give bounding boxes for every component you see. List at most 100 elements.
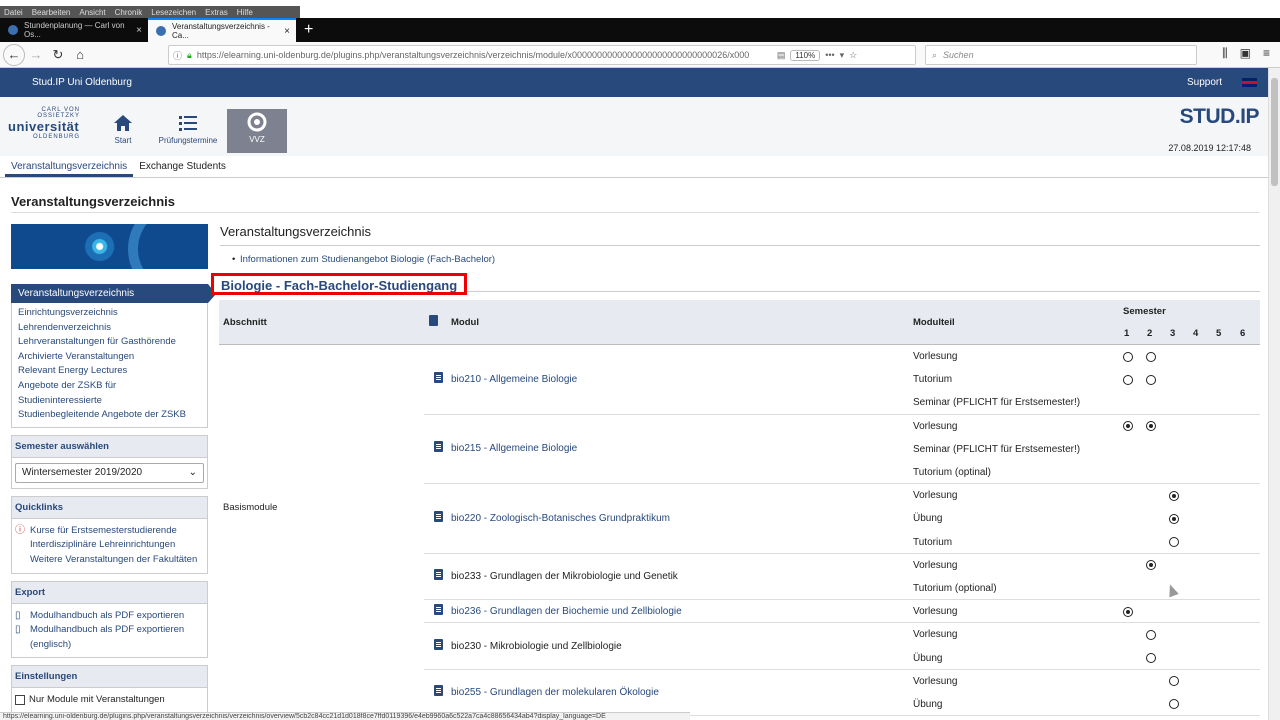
semester-col-5: 5 <box>1216 328 1222 339</box>
url-text[interactable]: https://elearning.uni-oldenburg.de/plugi… <box>197 50 772 60</box>
modulteil-label: Übung <box>913 652 943 664</box>
export-pdf-english-link[interactable]: ▯ Modulhandbuch als PDF exportieren (eng… <box>15 623 204 652</box>
sidebar-link[interactable]: Angebote der ZSKB für Studieninteressier… <box>18 379 138 408</box>
browser-menu-item[interactable]: Ansicht <box>79 8 105 17</box>
semester-radio-checked[interactable] <box>1146 421 1157 432</box>
university-logo[interactable]: CARL VON OSSIETZKY universität OLDENBURG <box>8 107 80 145</box>
browser-tab-vvz[interactable]: Veranstaltungsverzeichnis - Ca... × <box>148 18 296 42</box>
nav-vvz[interactable]: VVZ <box>227 109 287 153</box>
browser-menu-item[interactable]: Hilfe <box>237 8 253 17</box>
semester-radio[interactable] <box>1169 537 1180 548</box>
bookmark-star-icon[interactable]: ☆ <box>849 50 857 61</box>
semester-radio[interactable] <box>1146 351 1157 362</box>
semester-radio[interactable] <box>1123 351 1133 362</box>
pdf-file-icon: ▯ <box>15 609 21 621</box>
semester-radio[interactable] <box>1146 374 1157 385</box>
page-actions-icon[interactable]: ••• <box>825 50 834 60</box>
export-pdf-link[interactable]: ▯ Modulhandbuch als PDF exportieren <box>15 609 204 624</box>
semester-radio[interactable] <box>1169 676 1180 687</box>
sidebar-link[interactable]: Studienbegleitende Angebote der ZSKB <box>18 408 201 423</box>
semester-radio-checked[interactable] <box>1123 421 1133 432</box>
back-arrow-icon[interactable]: ← <box>3 43 25 66</box>
zoom-level[interactable]: 110% <box>790 49 821 61</box>
semester-col-1: 1 <box>1124 328 1130 339</box>
nav-label: VVZ <box>249 135 265 144</box>
modulteil-label: Tutorium <box>913 374 953 386</box>
new-tab-icon[interactable]: + <box>296 21 321 39</box>
search-input[interactable]: ⌕ Suchen <box>925 45 1197 65</box>
semester-value: Wintersemester 2019/2020 <box>22 467 143 479</box>
reload-icon[interactable]: ↻ <box>47 44 69 66</box>
browser-menu-item[interactable]: Datei <box>4 8 23 17</box>
semester-radio[interactable] <box>1123 374 1133 385</box>
sidebar-toggle-icon[interactable]: ▣ <box>1240 46 1251 61</box>
scrollbar-thumb[interactable] <box>1271 78 1278 186</box>
studip-brand-logo[interactable]: STUD.IP <box>1180 105 1260 129</box>
semester-col-6: 6 <box>1240 328 1246 339</box>
pocket-icon[interactable]: ▾ <box>840 50 845 61</box>
semester-radio-checked[interactable] <box>1169 513 1180 524</box>
sidebar-link[interactable]: Lehrveranstaltungen für Gasthörende <box>18 335 201 350</box>
module-doc-icon[interactable] <box>434 638 443 650</box>
semester-radio[interactable] <box>1146 629 1157 640</box>
alert-icon: ⓘ <box>15 524 25 536</box>
tab-veranstaltungsverzeichnis[interactable]: Veranstaltungsverzeichnis <box>5 156 134 177</box>
reader-view-icon[interactable]: ▤ <box>777 50 786 61</box>
page-scrollbar[interactable] <box>1268 68 1280 720</box>
module-doc-icon[interactable] <box>434 603 443 615</box>
module-link[interactable]: bio236 - Grundlagen der Biochemie und Ze… <box>451 606 682 617</box>
tab-title: Veranstaltungsverzeichnis - Ca... <box>172 22 270 40</box>
browser-tab-stundenplanung[interactable]: Stundenplanung — Carl von Os... × <box>0 18 148 42</box>
semester-radio[interactable] <box>1169 699 1180 710</box>
quicklinks-link[interactable]: ⓘ Kurse für Erstsemesterstudierende Inte… <box>15 524 204 568</box>
semester-radio-checked[interactable] <box>1146 560 1157 571</box>
tab-exchange-students[interactable]: Exchange Students <box>133 156 232 177</box>
modulteil-label: Übung <box>913 513 943 525</box>
hamburger-menu-icon[interactable]: ≡ <box>1263 46 1270 61</box>
support-link[interactable]: Support <box>1187 77 1222 88</box>
info-icon[interactable]: ⓘ <box>173 49 182 62</box>
semester-radio-checked[interactable] <box>1169 490 1180 501</box>
forward-arrow-icon[interactable]: → <box>25 44 47 66</box>
module-doc-icon[interactable] <box>434 684 443 696</box>
module-link[interactable]: bio220 - Zoologisch-Botanisches Grundpra… <box>451 513 670 524</box>
semester-select[interactable]: Wintersemester 2019/2020 ⌄ <box>15 462 204 483</box>
sidebar-link[interactable]: Relevant Energy Lectures <box>18 364 201 379</box>
home-icon[interactable]: ⌂ <box>69 44 91 66</box>
studip-header: CARL VON OSSIETZKY universität OLDENBURG… <box>0 97 1268 156</box>
main-heading: Veranstaltungsverzeichnis <box>220 224 372 239</box>
module-doc-icon[interactable] <box>434 441 443 453</box>
checkbox[interactable] <box>15 695 25 706</box>
sidebar-item-active[interactable]: Veranstaltungsverzeichnis <box>11 284 216 303</box>
semester-radio[interactable] <box>1146 653 1157 664</box>
url-bar[interactable]: ⓘ 🔒︎ https://elearning.uni-oldenburg.de/… <box>168 45 916 65</box>
sidebar-link[interactable]: Lehrendenverzeichnis <box>18 321 201 336</box>
library-icon[interactable]: ⫼ <box>1222 46 1228 61</box>
module-link[interactable]: bio215 - Allgemeine Biologie <box>451 443 577 454</box>
sidebar-link[interactable]: Einrichtungsverzeichnis <box>18 306 201 321</box>
site-name[interactable]: Stud.IP Uni Oldenburg <box>32 77 132 88</box>
info-link[interactable]: Informationen zum Studienangebot Biologi… <box>220 254 1260 265</box>
sidebar-link[interactable]: Archivierte Veranstaltungen <box>18 350 201 365</box>
uk-flag-icon[interactable] <box>1242 78 1257 87</box>
browser-menu-item[interactable]: Chronik <box>115 8 143 17</box>
nav-pruefungstermine[interactable]: Prüfungstermine <box>158 110 218 154</box>
semester-radio-checked[interactable] <box>1123 606 1133 617</box>
close-icon[interactable]: × <box>284 26 290 37</box>
browser-menu-item[interactable]: Lesezeichen <box>151 8 196 17</box>
settings-checkbox-row[interactable]: Nur Module mit Veranstaltungen <box>15 693 204 708</box>
module-link[interactable]: bio255 - Grundlagen der molekularen Ökol… <box>451 687 659 698</box>
module-link: bio233 - Grundlagen der Mikrobiologie un… <box>451 570 678 582</box>
module-doc-icon[interactable] <box>434 510 443 522</box>
col-abschnitt: Abschnitt <box>223 317 267 328</box>
browser-menu-item[interactable]: Bearbeiten <box>32 8 71 17</box>
module-doc-icon[interactable] <box>434 371 443 383</box>
module-doc-icon[interactable] <box>434 568 443 580</box>
settings-box: Einstellungen Nur Module mit Veranstaltu… <box>11 665 208 714</box>
module-link[interactable]: bio210 - Allgemeine Biologie <box>451 374 577 385</box>
semester-col-4: 4 <box>1193 328 1199 339</box>
nav-label: Prüfungstermine <box>158 136 218 145</box>
browser-menu-item[interactable]: Extras <box>205 8 228 17</box>
nav-start[interactable]: Start <box>93 110 153 154</box>
close-icon[interactable]: × <box>136 25 142 36</box>
